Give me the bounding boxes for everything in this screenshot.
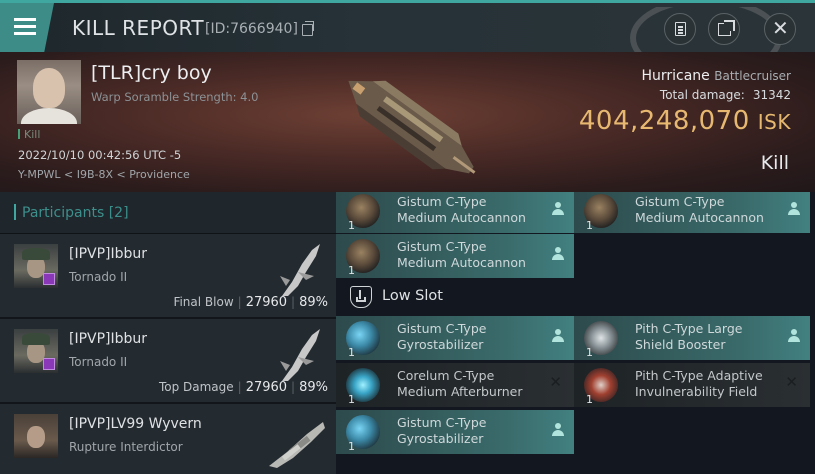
copy-icon[interactable] xyxy=(302,21,314,36)
kill-location[interactable]: Y-MPWL < I9B-8X < Providence xyxy=(18,168,190,181)
low-slot-label: Low Slot xyxy=(382,288,443,304)
kill-id: [ID:7666940] xyxy=(205,21,298,37)
total-damage-value: 31342 xyxy=(752,88,791,102)
kill-outcome: Kill xyxy=(760,152,789,174)
participant-stats: Top Damage | 27960 | 89% xyxy=(158,380,328,395)
participants-header[interactable]: Participants [2] xyxy=(0,192,336,234)
victim-ship[interactable]: Hurricane Battlecruiser xyxy=(641,68,791,84)
page-title: KILL REPORT xyxy=(72,16,205,40)
module-name: Pith C-Type Adaptive Invulnerability Fiel… xyxy=(635,368,763,399)
report-button[interactable] xyxy=(664,13,696,45)
participants-panel: Participants [2] [IPVP]Ibbur Tornado II … xyxy=(0,192,336,474)
ship-class: Battlecruiser xyxy=(714,69,791,83)
participant-name[interactable]: [IPVP]Ibbur xyxy=(69,331,147,347)
victim-name[interactable]: [TLR]cry boy xyxy=(91,62,212,84)
module-name: Gistum C-Type Gyrostabilizer xyxy=(397,415,487,446)
module-quantity: 1 xyxy=(348,346,355,359)
module-name: Gistum C-Type Gyrostabilizer xyxy=(397,321,487,352)
share-icon xyxy=(718,20,735,36)
module-dropped[interactable]: 1 Gistum C-Type Medium Autocannon xyxy=(336,234,574,278)
destroyed-icon: ✕ xyxy=(785,373,798,391)
fitting-panel: 1 Gistum C-Type Medium Autocannon 1 Gistu… xyxy=(336,192,815,474)
module-quantity: 1 xyxy=(586,219,593,232)
participant-ship-image[interactable] xyxy=(276,242,326,298)
isk-value: 404,248,070 ISK xyxy=(579,106,791,136)
menu-button[interactable] xyxy=(0,3,54,52)
participant-role: Top Damage xyxy=(158,380,234,394)
participant-damage: 27960 xyxy=(245,380,288,395)
isk-amount: 404,248,070 xyxy=(578,106,750,136)
participant-row[interactable]: [IPVP]Ibbur Tornado II Top Damage | 27960 |… xyxy=(0,319,336,404)
person-icon xyxy=(552,202,564,216)
participant-ship-image[interactable] xyxy=(266,412,328,468)
corp-badge-icon xyxy=(43,273,55,285)
module-destroyed[interactable]: 1 Corelum C-Type Medium Afterburner ✕ xyxy=(336,363,574,407)
hamburger-icon xyxy=(14,18,36,21)
corp-badge-icon xyxy=(43,358,55,370)
low-slot-icon xyxy=(350,286,372,308)
participants-count: [2] xyxy=(108,205,129,221)
module-name: Corelum C-Type Medium Afterburner xyxy=(397,368,523,399)
low-slot-header: Low Slot xyxy=(336,282,815,314)
person-icon xyxy=(552,329,564,343)
person-icon xyxy=(552,247,564,261)
participants-label: Participants [2] xyxy=(22,205,129,221)
destroyed-icon: ✕ xyxy=(549,373,562,391)
person-icon xyxy=(788,329,800,343)
document-icon xyxy=(675,22,686,36)
participant-name[interactable]: [IPVP]LV99 Wyvern xyxy=(69,416,202,432)
participant-damage: 27960 xyxy=(245,295,288,310)
share-button[interactable] xyxy=(708,13,740,45)
module-dropped[interactable]: 1 Gistum C-Type Medium Autocannon xyxy=(336,192,574,233)
kill-tag: Kill xyxy=(18,128,40,141)
person-icon xyxy=(788,202,800,216)
module-quantity: 1 xyxy=(348,219,355,232)
title-bar: KILL REPORT [ID:7666940] ✕ xyxy=(0,0,815,53)
person-icon xyxy=(552,423,564,437)
isk-unit: ISK xyxy=(757,110,791,134)
participant-role: Final Blow xyxy=(173,295,234,309)
module-dropped[interactable]: 1 Gistum C-Type Gyrostabilizer xyxy=(336,410,574,454)
module-name: Gistum C-Type Medium Autocannon xyxy=(397,239,526,270)
ship-name: Hurricane xyxy=(641,68,710,84)
module-dropped[interactable]: 1 Pith C-Type Large Shield Booster xyxy=(574,316,810,360)
victim-ship-image[interactable] xyxy=(315,52,495,192)
close-icon: ✕ xyxy=(772,16,789,40)
avatar[interactable] xyxy=(14,414,58,458)
module-quantity: 1 xyxy=(586,393,593,406)
module-name: Gistum C-Type Medium Autocannon xyxy=(397,194,526,225)
module-quantity: 1 xyxy=(348,440,355,453)
participant-ship: Tornado II xyxy=(69,270,128,284)
module-destroyed[interactable]: 1 Pith C-Type Adaptive Invulnerability Fi… xyxy=(574,363,810,407)
participant-ship-image[interactable] xyxy=(276,327,326,383)
participant-ship: Tornado II xyxy=(69,355,128,369)
module-quantity: 1 xyxy=(348,393,355,406)
total-damage-label: Total damage: xyxy=(659,88,745,102)
kill-timestamp: 2022/10/10 00:42:56 UTC -5 xyxy=(18,148,182,162)
participant-row[interactable]: [IPVP]LV99 Wyvern Rupture Interdictor xyxy=(0,404,336,474)
participant-ship: Rupture Interdictor xyxy=(69,440,183,454)
module-name: Pith C-Type Large Shield Booster xyxy=(635,321,743,352)
participant-percent: 89% xyxy=(299,295,328,310)
module-quantity: 1 xyxy=(348,264,355,277)
participant-percent: 89% xyxy=(299,380,328,395)
module-dropped[interactable]: 1 Gistum C-Type Medium Autocannon xyxy=(574,192,810,233)
module-name: Gistum C-Type Medium Autocannon xyxy=(635,194,764,225)
module-dropped[interactable]: 1 Gistum C-Type Gyrostabilizer xyxy=(336,316,574,360)
participant-stats: Final Blow | 27960 | 89% xyxy=(173,295,328,310)
close-button[interactable]: ✕ xyxy=(764,13,796,45)
participant-row[interactable]: [IPVP]Ibbur Tornado II Final Blow | 27960 |… xyxy=(0,234,336,319)
victim-portrait[interactable] xyxy=(17,60,81,124)
participant-name[interactable]: [IPVP]Ibbur xyxy=(69,246,147,262)
victim-summary: [TLR]cry boy Warp Soramble Strength: 4.0… xyxy=(0,52,815,192)
total-damage: Total damage: 31342 xyxy=(660,88,791,102)
warp-scramble-strength: Warp Soramble Strength: 4.0 xyxy=(91,90,259,104)
module-quantity: 1 xyxy=(586,346,593,359)
